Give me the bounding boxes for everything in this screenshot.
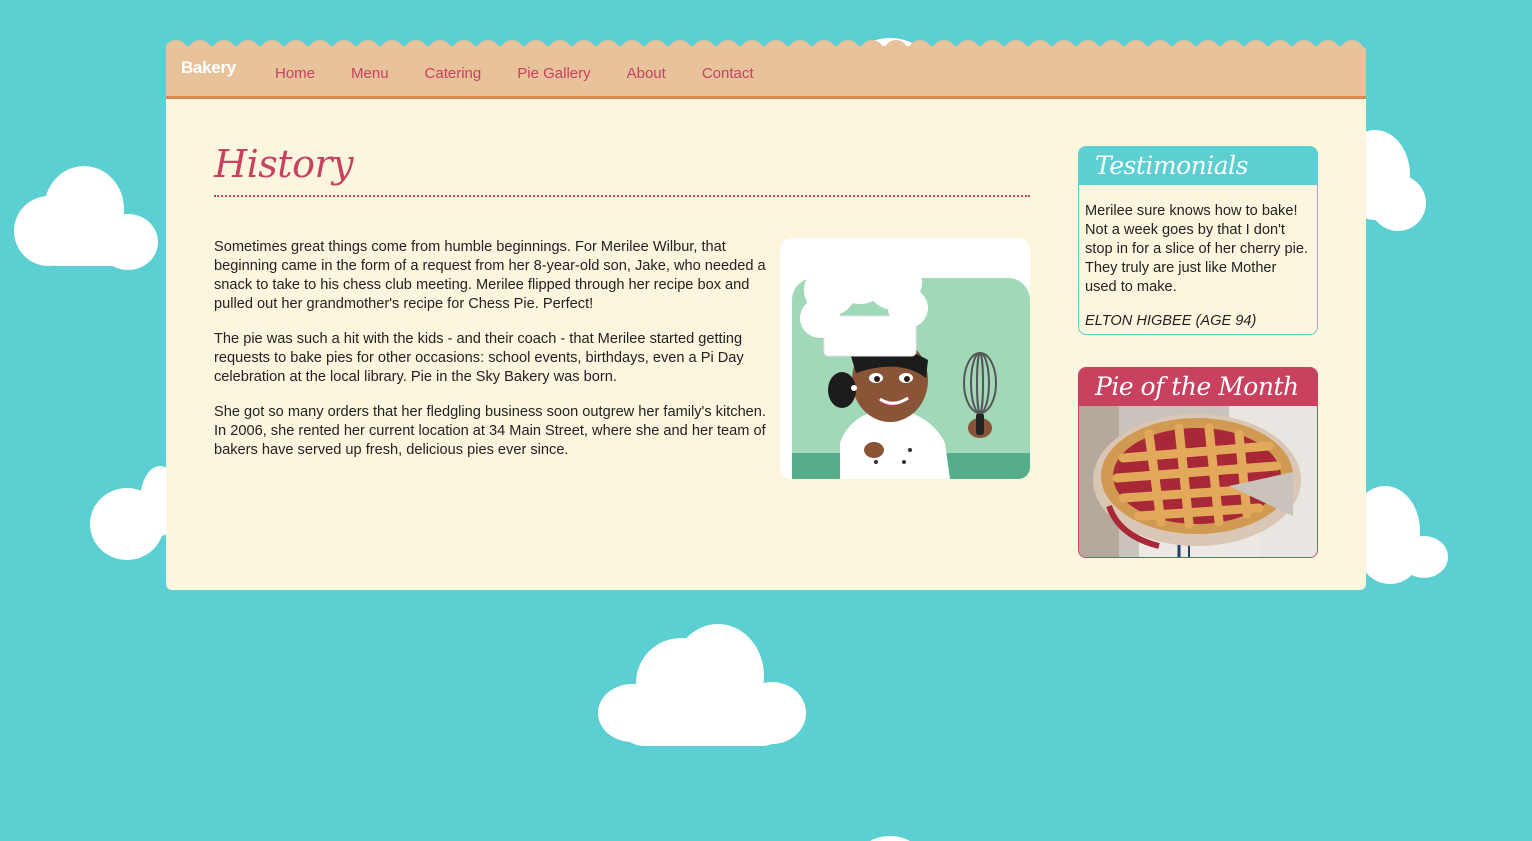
nav-link-menu[interactable]: Menu: [351, 65, 389, 82]
cloud-decoration: [1350, 486, 1450, 586]
cloud-decoration: [598, 624, 806, 746]
brand-logo[interactable]: Bakery: [181, 58, 236, 78]
cherry-pie-image[interactable]: [1079, 406, 1317, 557]
cloud-decoration: [860, 836, 920, 841]
nav-link-contact[interactable]: Contact: [702, 65, 754, 82]
nav-link-about[interactable]: About: [627, 65, 666, 82]
chef-illustration: [780, 238, 1030, 479]
title-divider: [214, 195, 1030, 197]
article-paragraph: Sometimes great things come from humble …: [214, 239, 766, 312]
testimonials-widget: Testimonials Merilee sure knows how to b…: [1078, 146, 1318, 335]
page-container: Bakery Home Menu Catering Pie Gallery Ab…: [166, 40, 1366, 590]
nav-link-pie-gallery[interactable]: Pie Gallery: [517, 65, 590, 82]
pie-of-the-month-widget: Pie of the Month: [1078, 367, 1318, 558]
nav-bar: Bakery Home Menu Catering Pie Gallery Ab…: [166, 40, 1366, 99]
testimonial-author: ELTON HIGBEE (AGE 94): [1085, 313, 1257, 329]
pie-of-the-month-title: Pie of the Month: [1079, 368, 1317, 406]
cloud-decoration: [90, 466, 180, 562]
testimonials-title: Testimonials: [1079, 147, 1317, 185]
nav-link-home[interactable]: Home: [275, 65, 315, 82]
article-paragraph: The pie was such a hit with the kids - a…: [214, 331, 744, 385]
cloud-decoration: [1340, 130, 1426, 234]
scallop-border: [166, 40, 1366, 52]
article-paragraph: She got so many orders that her fledglin…: [214, 404, 766, 458]
history-article: Sometimes great things come from humble …: [214, 238, 766, 476]
nav-link-catering[interactable]: Catering: [425, 65, 482, 82]
nav-links: Home Menu Catering Pie Gallery About Con…: [275, 65, 790, 82]
cloud-decoration: [14, 166, 159, 270]
page-title: History: [214, 142, 354, 186]
testimonial-quote: Merilee sure knows how to bake! Not a we…: [1085, 203, 1309, 295]
